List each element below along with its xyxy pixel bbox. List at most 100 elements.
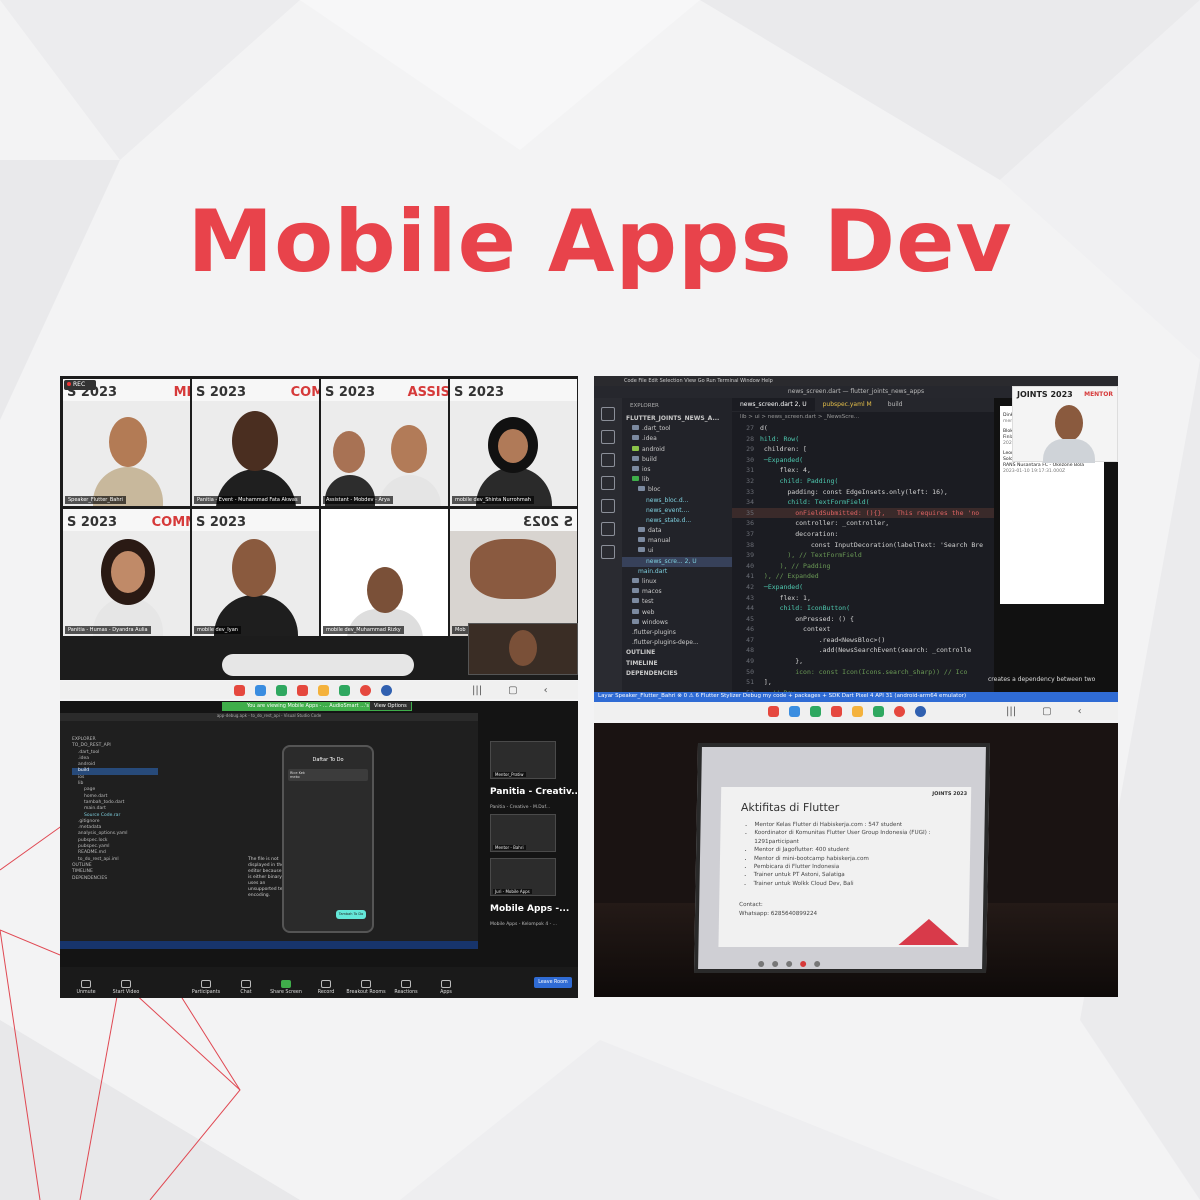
start-video-button[interactable]: Start Video [106,980,146,995]
code-line[interactable]: 34 child: TextFormField( [732,497,994,508]
code-line[interactable]: 28 hild: Row( [732,434,994,445]
menu-bar[interactable]: Code File Edit Selection View Go Run Ter… [594,376,1118,386]
app-icon[interactable] [852,705,863,717]
leave-room-button[interactable]: Leave Room [534,977,572,988]
code-line[interactable]: 39 ), // TextFormField [732,550,994,561]
tree-item[interactable]: .flutter-plugins [622,628,732,638]
code-line[interactable]: 31 flex: 4, [732,465,994,476]
tree-item[interactable]: .dart_tool [622,424,732,434]
app-icon[interactable] [276,684,287,696]
reactions-button[interactable]: Reactions [386,980,426,995]
code-line[interactable]: 29 children: [ [732,444,994,455]
share-screen-button[interactable]: Share Screen [266,980,306,995]
recents-icon[interactable]: ||| [1006,706,1016,717]
home-icon[interactable]: ▢ [508,685,517,696]
app-icon[interactable] [234,684,245,696]
chrome-icon[interactable] [360,684,371,696]
testing-icon[interactable] [601,522,615,536]
code-line[interactable]: 49 }, [732,656,994,667]
code-line[interactable]: 35 onFieldSubmitted: (){}, This requires… [732,507,994,519]
app-icon[interactable] [810,705,821,717]
chrome-icon[interactable] [894,705,905,717]
extensions-icon[interactable] [601,499,615,513]
app-icon[interactable] [831,705,842,717]
participant-tile[interactable]: mobile dev_Muhammad Rizky [321,509,448,636]
participant-tile[interactable]: S 2023 mobile dev_Shinta Nurrohmah [450,379,577,506]
code-line[interactable]: 27 d( [732,423,994,434]
control-icon[interactable] [814,961,821,967]
code-line[interactable]: 30 ─Expanded( [732,455,994,466]
code-line[interactable]: 41 ), // Expanded [732,571,994,582]
code-line[interactable]: 45 onPressed: () { [732,614,994,625]
breadcrumb[interactable]: lib > ui > news_screen.dart > _NewsScre.… [732,412,994,423]
code-line[interactable]: 47 .read<NewsBloc>() [732,635,994,646]
participant-tile[interactable]: S 2023 COMM Panitia - Event - Muhammad F… [192,379,319,506]
view-options-button[interactable]: View Options [370,702,411,710]
participant-tile[interactable]: S 2023 mobile dev_Iyan [192,509,319,636]
app-icon[interactable] [789,705,800,717]
home-icon[interactable]: ▢ [1042,706,1051,717]
code-line[interactable]: 48 .add(NewsSearchEvent(search: _control… [732,645,994,656]
tab-news-screen[interactable]: news_screen.dart 2, U [732,398,815,411]
dependencies-section[interactable]: DEPENDENCIES [622,669,732,679]
control-icon[interactable] [800,961,807,967]
back-icon[interactable]: ‹ [1078,706,1082,717]
tree-item[interactable]: test [622,597,732,607]
project-root[interactable]: FLUTTER_JOINTS_NEWS_A... [622,414,732,424]
tree-item[interactable]: ui [622,546,732,556]
tree-item[interactable]: news_event.... [622,506,732,516]
tree-item[interactable]: bloc [622,485,732,495]
timeline-section[interactable]: TIMELINE [622,659,732,669]
floating-video[interactable] [468,623,578,675]
code-line[interactable]: 43 flex: 1, [732,593,994,604]
tree-item[interactable]: data [622,526,732,536]
todo-card[interactable]: Rice Kek meko [288,769,368,781]
participant-tile[interactable]: S 2023 Mob [450,509,577,636]
code-line[interactable]: 51 ], [732,677,994,688]
chat-button[interactable]: Chat [226,980,266,995]
tree-item[interactable]: macos [622,587,732,597]
code-line[interactable]: 44 child: IconButton( [732,603,994,614]
app-icon[interactable] [318,684,329,696]
code-line[interactable]: 40 ), // Padding [732,561,994,572]
breakout-rooms-button[interactable]: Breakout Rooms [346,980,386,995]
tree-item[interactable]: build [622,455,732,465]
participant-tile[interactable]: S 2023 ASSIS Assistant - Mobdev - Arya [321,379,448,506]
tree-item[interactable]: news_state.d... [622,516,732,526]
tree-item-selected[interactable]: news_scre... 2, U [622,556,732,567]
code-line[interactable]: 37 decoration: [732,529,994,540]
flutter-icon[interactable] [601,545,615,559]
code-editor[interactable]: news_screen.dart 2, Upubspec.yaml Mbuild… [732,398,994,702]
participant-thumb[interactable]: Mentor_Pratiw [490,741,556,779]
control-icon[interactable] [772,961,779,967]
code-line[interactable]: 50 icon: const Icon(Icons.search_sharp))… [732,667,994,678]
record-button[interactable]: Record [306,980,346,995]
participants-button[interactable]: Participants [186,980,226,995]
app-icon[interactable] [768,705,779,717]
source-control-icon[interactable] [601,453,615,467]
code-line[interactable]: 32 child: Padding( [732,476,994,487]
tree-item[interactable]: manual [622,536,732,546]
back-icon[interactable]: ‹ [544,685,548,696]
files-icon[interactable] [601,407,615,421]
participant-thumb[interactable]: Mentor - Bahri [490,814,556,852]
app-icon[interactable] [339,684,350,696]
control-icon[interactable] [786,961,793,967]
tree-item[interactable]: news_bloc.d... [622,496,732,506]
tree-item[interactable]: DEPENDENCIES [72,876,158,882]
app-icon[interactable] [297,684,308,696]
settings-icon[interactable] [381,684,392,696]
tab-pubspec[interactable]: pubspec.yaml M [815,398,880,411]
settings-icon[interactable] [915,705,926,717]
gallery-toolbar[interactable] [222,654,414,676]
tree-item[interactable]: android [622,445,732,455]
tree-item[interactable]: .idea [622,434,732,444]
add-todo-button[interactable]: Tambah To Do [336,910,366,919]
tree-item[interactable]: ios [622,465,732,475]
tree-item[interactable]: windows [622,618,732,628]
outline-section[interactable]: OUTLINE [622,648,732,658]
code-line[interactable]: 36 controller: _controller, [732,518,994,529]
tree-item[interactable]: .flutter-plugins-depe... [622,638,732,648]
tree-item[interactable]: web [622,608,732,618]
search-icon[interactable] [601,430,615,444]
